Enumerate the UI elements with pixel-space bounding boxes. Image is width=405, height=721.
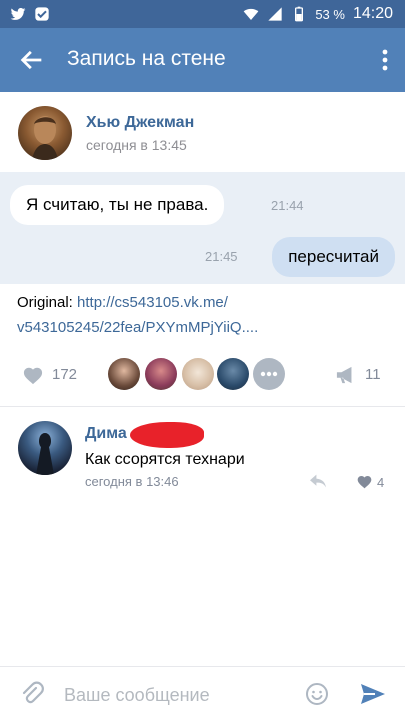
status-bar: 53 % 14:20 [0, 0, 405, 28]
battery-icon [295, 6, 304, 22]
original-link-line2: v543105245/22fea/PXYmMPjYiiQ.... [17, 319, 259, 336]
divider [0, 406, 405, 407]
liker-avatar[interactable] [108, 358, 140, 390]
clock: 14:20 [352, 5, 393, 22]
more-likers-button[interactable] [253, 358, 285, 390]
liker-avatar[interactable] [182, 358, 214, 390]
incoming-message-time: 21:44 [271, 198, 304, 213]
heart-icon[interactable] [22, 365, 44, 385]
comment-text: Как ссорятся технари [85, 451, 245, 468]
megaphone-icon[interactable] [335, 365, 357, 385]
post-header: Хью Джекман сегодня в 13:45 [0, 92, 405, 172]
commenter-avatar[interactable] [18, 421, 72, 475]
original-prefix: Original: [17, 294, 73, 311]
back-arrow-icon[interactable] [18, 46, 46, 74]
author-name[interactable]: Хью Джекман [86, 114, 194, 132]
battery-percent: 53 % [315, 6, 345, 22]
outgoing-message-time: 21:45 [205, 249, 238, 264]
twitter-icon [10, 8, 26, 20]
outgoing-message-bubble: пересчитай [272, 237, 395, 277]
share-count: 11 [365, 366, 381, 383]
comment-heart-icon[interactable] [356, 474, 373, 489]
app-bar: Запись на стене [0, 28, 405, 92]
comment-time: сегодня в 13:46 [85, 474, 179, 489]
incoming-message-bubble: Я считаю, ты не права. [10, 185, 225, 225]
page-title: Запись на стене [67, 47, 226, 70]
reply-icon[interactable] [308, 473, 328, 489]
message-composer [0, 666, 405, 721]
liker-avatar[interactable] [217, 358, 249, 390]
author-avatar[interactable] [18, 106, 72, 160]
like-count: 172 [52, 366, 78, 383]
signal-icon [268, 7, 282, 21]
wifi-icon [243, 8, 259, 20]
post-time: сегодня в 13:45 [86, 137, 187, 153]
send-icon[interactable] [360, 682, 386, 706]
redaction-mark [130, 422, 204, 448]
post-text: Original: http://cs543105.vk.me/v5431052… [17, 290, 397, 340]
more-vertical-icon[interactable] [381, 48, 389, 72]
message-input[interactable] [62, 681, 296, 709]
emoji-icon[interactable] [305, 682, 329, 706]
post-image[interactable]: Я считаю, ты не права. 21:44 21:45 перес… [0, 172, 405, 284]
comment-like-count: 4 [377, 475, 385, 490]
post-actions: 172 11 [0, 352, 405, 396]
commenter-name[interactable]: Дима [85, 425, 127, 443]
paperclip-icon[interactable] [20, 681, 44, 707]
check-badge-icon [35, 7, 49, 21]
liker-avatar[interactable] [145, 358, 177, 390]
original-link-line1: http://cs543105.vk.me/ [77, 294, 228, 311]
